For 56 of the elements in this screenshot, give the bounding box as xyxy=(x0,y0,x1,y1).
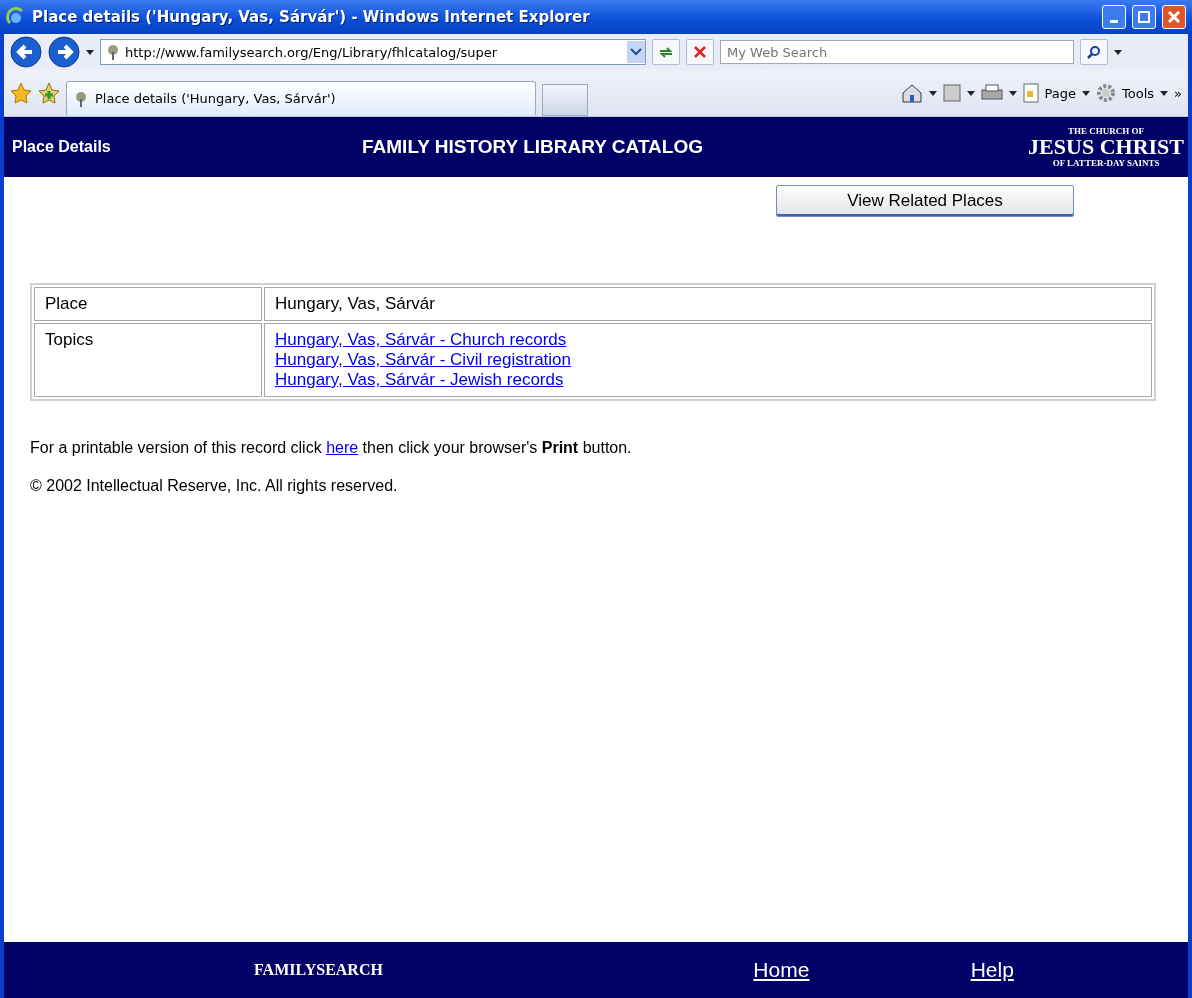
page-icon xyxy=(1022,83,1039,103)
row-label: Topics xyxy=(45,330,95,350)
maximize-button[interactable] xyxy=(1132,5,1156,29)
caret-icon[interactable] xyxy=(1082,90,1090,96)
add-favorite-icon[interactable] xyxy=(38,82,60,104)
star-icon[interactable] xyxy=(10,82,32,104)
row-label: Place xyxy=(45,294,89,314)
minimize-icon xyxy=(1110,19,1118,23)
close-icon xyxy=(1168,11,1180,23)
tools-menu[interactable]: Tools xyxy=(1122,85,1155,101)
refresh-button[interactable] xyxy=(652,39,680,65)
search-icon xyxy=(1087,45,1101,59)
page-title: Place Details xyxy=(12,138,112,156)
topic-link[interactable]: Hungary, Vas, Sárvár - Civil registration xyxy=(275,350,1141,370)
browser-tab[interactable]: Place details ('Hungary, Vas, Sárvár') xyxy=(66,81,536,115)
forward-button[interactable] xyxy=(48,36,80,68)
dropdown-icon[interactable] xyxy=(627,41,645,63)
history-caret-icon[interactable] xyxy=(86,49,94,55)
minimize-button[interactable] xyxy=(1102,5,1126,29)
search-button[interactable] xyxy=(1080,39,1108,65)
logo-text: JESUS CHRIST xyxy=(1028,136,1184,158)
page-menu[interactable]: Page xyxy=(1044,85,1076,101)
stop-icon xyxy=(694,46,706,58)
refresh-icon xyxy=(658,45,674,59)
caret-icon[interactable] xyxy=(1160,90,1169,96)
print-note: For a printable version of this record click here then click your browser's Print button. xyxy=(30,439,633,457)
catalog-title: FAMILY HISTORY LIBRARY CATALOG xyxy=(362,136,704,158)
window-title: Place details ('Hungary, Vas, Sárvár') - Windows Internet Explorer xyxy=(32,8,591,26)
maximize-icon xyxy=(1138,11,1150,23)
gear-icon xyxy=(1096,83,1116,103)
tree-icon xyxy=(105,44,121,60)
topic-link[interactable]: Hungary, Vas, Sárvár - Church records xyxy=(275,330,1141,350)
place-value: Hungary, Vas, Sárvár xyxy=(275,294,436,314)
caret-icon[interactable] xyxy=(966,90,975,96)
logo-text: OF LATTER-DAY SAINTS xyxy=(1052,158,1160,168)
copyright-text: © 2002 Intellectual Reserve, Inc. All rights reserved. xyxy=(30,477,399,495)
caret-icon[interactable] xyxy=(1008,90,1017,96)
here-link[interactable]: here xyxy=(326,439,359,456)
address-field[interactable]: http://www.familysearch.org/Eng/Library/fhlcatalog/super xyxy=(100,39,646,65)
overflow-button[interactable]: » xyxy=(1174,85,1182,101)
footer-link[interactable]: Home xyxy=(753,958,971,982)
view-related-places-button[interactable]: View Related Places xyxy=(776,185,1074,217)
back-button[interactable] xyxy=(10,36,42,68)
close-button[interactable] xyxy=(1162,5,1186,29)
tree-icon xyxy=(73,90,89,107)
printer-icon[interactable] xyxy=(980,84,1003,102)
footer-link[interactable]: Help xyxy=(970,958,1188,982)
caret-icon[interactable] xyxy=(928,90,937,96)
home-icon[interactable] xyxy=(900,83,923,103)
topic-link[interactable]: Hungary, Vas, Sárvár - Jewish records xyxy=(275,370,1141,390)
logo-text: THE CHURCH OF xyxy=(1068,126,1145,136)
search-options-icon[interactable] xyxy=(1114,49,1122,55)
stop-button[interactable] xyxy=(686,39,714,65)
search-field[interactable]: My Web Search xyxy=(720,40,1074,64)
familysearch-logo: FAMILYSEARCH xyxy=(254,961,384,979)
url-text: http://www.familysearch.org/Eng/Library/fhlcatalog/super xyxy=(125,44,499,60)
